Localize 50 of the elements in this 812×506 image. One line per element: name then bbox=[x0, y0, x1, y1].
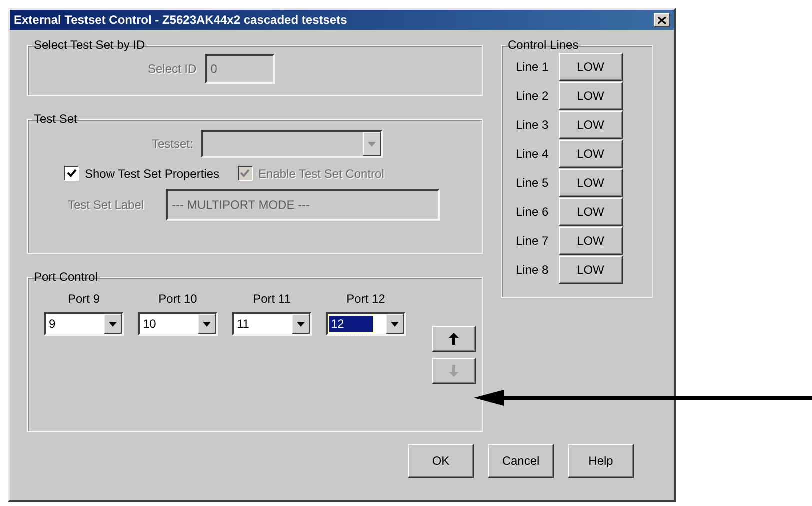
up-arrow-icon bbox=[449, 333, 459, 345]
check-icon bbox=[66, 169, 76, 178]
port-label: Port 11 bbox=[253, 292, 291, 306]
line-label: Line 2 bbox=[516, 89, 549, 103]
dialog-button[interactable]: OK bbox=[408, 444, 474, 478]
line-label: Line 7 bbox=[516, 234, 549, 248]
move-up-button[interactable] bbox=[432, 326, 476, 352]
window-title: External Testset Control - Z5623AK44x2 cascaded testsets bbox=[14, 13, 348, 27]
close-icon bbox=[658, 16, 666, 24]
dropdown-arrow-icon bbox=[368, 142, 376, 146]
field-label: Test Set Label bbox=[68, 198, 144, 212]
line-level-button[interactable]: LOW bbox=[558, 111, 623, 139]
line-level-button[interactable]: LOW bbox=[558, 53, 623, 81]
dropdown-arrow-icon bbox=[297, 322, 305, 326]
dialog-button[interactable]: Cancel bbox=[488, 444, 554, 478]
line-level-button[interactable]: LOW bbox=[558, 256, 623, 284]
group-title: Test Set bbox=[33, 112, 78, 126]
close-button[interactable] bbox=[654, 13, 670, 27]
port-dropdown[interactable]: 11 bbox=[232, 312, 312, 336]
line-label: Line 3 bbox=[516, 118, 549, 132]
checkbox-label: Show Test Set Properties bbox=[85, 166, 220, 180]
line-level-button[interactable]: LOW bbox=[558, 198, 623, 226]
checkbox-label: Enable Test Set Control bbox=[258, 166, 384, 180]
line-level-button[interactable]: LOW bbox=[558, 169, 623, 197]
port-label: Port 9 bbox=[68, 292, 100, 306]
port-dropdown[interactable]: 10 bbox=[138, 312, 218, 336]
line-level-button[interactable]: LOW bbox=[558, 227, 623, 255]
field-label: Select ID bbox=[148, 62, 197, 76]
dialog-button[interactable]: Help bbox=[568, 444, 634, 478]
port-dropdown[interactable]: 9 bbox=[44, 312, 124, 336]
dropdown-arrow-icon bbox=[109, 322, 117, 326]
check-icon bbox=[240, 169, 250, 178]
line-label: Line 8 bbox=[516, 263, 549, 277]
dropdown-arrow-icon bbox=[391, 322, 399, 326]
line-label: Line 1 bbox=[516, 60, 549, 74]
group-title: Select Test Set by ID bbox=[33, 38, 146, 52]
field-label: Testset: bbox=[152, 137, 194, 151]
dropdown-arrow-icon bbox=[203, 322, 211, 326]
line-level-button[interactable]: LOW bbox=[558, 140, 623, 168]
port-label: Port 12 bbox=[346, 292, 386, 306]
line-level-button[interactable]: LOW bbox=[558, 82, 623, 110]
down-arrow-icon bbox=[449, 365, 459, 377]
checkbox[interactable] bbox=[64, 166, 79, 181]
port-dropdown[interactable]: 12 bbox=[326, 312, 406, 336]
line-label: Line 4 bbox=[516, 147, 549, 161]
group-title: Control Lines bbox=[507, 38, 580, 52]
line-label: Line 5 bbox=[516, 176, 549, 190]
port-label: Port 10 bbox=[158, 292, 198, 306]
line-label: Line 6 bbox=[516, 205, 549, 219]
group-title: Port Control bbox=[33, 270, 100, 284]
